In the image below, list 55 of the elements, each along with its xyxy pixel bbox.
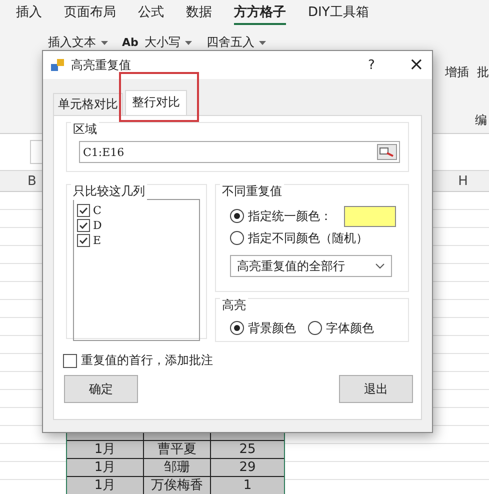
option-label[interactable]: 重复值的首行，添加批注 [81,352,213,369]
checkbox[interactable] [63,354,77,368]
table-cell: 曹平夏 [144,441,211,458]
color-swatch[interactable] [344,206,396,226]
table-cell: 1月 [67,441,144,458]
ribbon-button[interactable]: 批 [477,64,489,81]
ribbon-button[interactable]: 增插 [445,64,469,81]
group-title: 只比较这几列 [71,183,147,200]
range-field[interactable]: C1:E16 [79,141,400,163]
checkbox[interactable] [77,219,90,232]
mode-dropdown[interactable]: 高亮重复值的全部行 [230,255,392,277]
ribbon-group-label: 编 [475,112,487,129]
table-cell-text: 29 [238,459,257,476]
option-label[interactable]: 字体颜色 [326,320,374,336]
column-option[interactable]: D [77,218,196,233]
column-option[interactable]: E [77,233,196,248]
ribbon-button[interactable]: 插入文本 [48,34,108,51]
checkbox[interactable] [77,234,90,247]
radio-button[interactable] [230,209,244,223]
window-title: 高亮重复值 [71,56,132,74]
tab[interactable]: 单元格对比 [53,93,123,115]
option-label[interactable]: 背景颜色 [248,320,296,336]
radio-button[interactable] [230,321,244,335]
table-cell-text: 1 [242,477,253,494]
ribbon-tab[interactable]: 插入 [16,1,42,25]
checkbox[interactable] [77,204,90,217]
group-title: 不同重复值 [220,183,284,200]
caret-icon [259,40,266,44]
caret-icon [185,40,192,44]
help-button[interactable]: ? [368,58,375,72]
app-icon [51,58,65,72]
radio-button[interactable] [230,231,244,245]
table-cell: 1月 [67,477,144,494]
ok-button[interactable]: 确定 [64,375,138,403]
table-cell: 邹珊 [144,459,211,476]
option-label[interactable]: 指定不同颜色（随机） [248,230,368,246]
exit-button[interactable]: 退出 [339,375,413,403]
close-button[interactable]: × [408,56,424,74]
ribbon-tab[interactable]: 数据 [186,1,212,25]
radio-button[interactable] [308,321,322,335]
ribbon-tab[interactable]: 页面布局 [64,1,116,25]
column-header[interactable]: H [437,174,489,188]
ribbon-button[interactable]: Ab 大小写 [122,34,192,51]
range-picker-icon[interactable] [377,144,397,160]
caret-icon [101,40,108,44]
column-option[interactable]: C [77,203,196,218]
chevron-down-icon[interactable] [375,263,385,269]
table-cell-text: 25 [238,441,257,458]
table-cell: 1月 [67,459,144,476]
option-label[interactable]: 指定统一颜色： [248,208,332,224]
ribbon-button[interactable]: 四舍五入 [206,34,266,51]
ribbon-tab[interactable]: 公式 [138,1,164,25]
ribbon-tab[interactable]: DIY工具箱 [308,1,369,25]
table-cell: 万俟梅香 [144,477,211,494]
tab[interactable]: 整行对比 [125,90,187,115]
